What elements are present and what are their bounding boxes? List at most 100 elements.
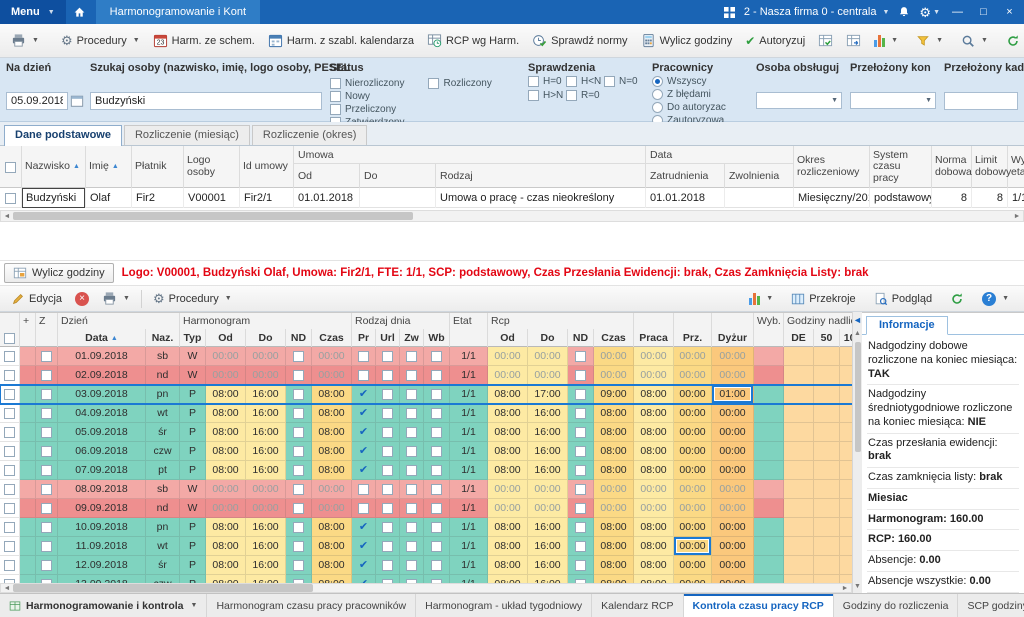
sprawdzenia-option[interactable]: R=0 <box>566 90 604 101</box>
sprawdz-normy-button[interactable]: Sprawdź normy <box>526 30 633 51</box>
cell-praca[interactable]: 08:00 <box>634 556 674 575</box>
checkbox[interactable] <box>293 370 304 381</box>
cell-etat[interactable]: 1/1 <box>450 537 488 556</box>
grid1-col-header[interactable]: Płatnik <box>132 146 184 188</box>
cell-etat[interactable]: 1/1 <box>450 480 488 499</box>
home-button[interactable] <box>66 0 94 24</box>
schedule-row[interactable]: 05.09.2018śrP08:0016:0008:00✔1/108:0016:… <box>0 423 852 442</box>
cell-pr[interactable]: ✔ <box>352 556 376 575</box>
checkbox[interactable] <box>575 370 586 381</box>
grid2-hscrollbar[interactable]: ◄ ► <box>0 583 852 593</box>
tab-dane-podstawowe[interactable]: Dane podstawowe <box>4 125 122 146</box>
cell-pr[interactable]: ✔ <box>352 537 376 556</box>
menu-button[interactable]: Menu ▼ <box>0 0 66 24</box>
checkbox[interactable] <box>4 370 15 381</box>
checkbox[interactable] <box>293 465 304 476</box>
cell-h_do[interactable]: 00:00 <box>246 347 286 366</box>
cell-pr[interactable]: ✔ <box>352 404 376 423</box>
cell-typ[interactable]: P <box>180 423 206 442</box>
cell-r_do[interactable]: 00:00 <box>528 480 568 499</box>
cell-de[interactable] <box>784 404 814 423</box>
pracownicy-option[interactable]: Z błędami <box>652 89 726 100</box>
cell-sel[interactable] <box>0 461 20 480</box>
cell-etat[interactable]: 1/1 <box>450 366 488 385</box>
status-option[interactable]: Przeliczony <box>330 104 404 115</box>
cell-etat[interactable]: 1/1 <box>450 404 488 423</box>
cell-typ[interactable]: P <box>180 537 206 556</box>
cell-wb[interactable] <box>424 442 450 461</box>
cell-sel[interactable] <box>0 442 20 461</box>
bottom-tab[interactable]: Harmonogram - układ tygodniowy <box>416 594 592 617</box>
cell-r_do[interactable]: 16:00 <box>528 461 568 480</box>
osoba-obslugujaca-select[interactable]: ▼ <box>756 92 842 109</box>
cell-plus[interactable] <box>20 404 36 423</box>
cell-r_czas[interactable]: 08:00 <box>594 423 634 442</box>
checkbox[interactable] <box>382 389 393 400</box>
cell-r_od[interactable]: 08:00 <box>488 385 528 404</box>
checkbox[interactable] <box>41 389 52 400</box>
cell-h_do[interactable]: 16:00 <box>246 442 286 461</box>
cell-h_nd[interactable] <box>286 385 312 404</box>
grid1-col-header[interactable]: Zwolnienia <box>725 164 794 188</box>
scrollbar-thumb[interactable] <box>13 584 313 592</box>
cell-r_do[interactable]: 00:00 <box>528 499 568 518</box>
cell-wb[interactable] <box>424 480 450 499</box>
minimize-button[interactable]: — <box>949 6 966 18</box>
edit-button[interactable]: Edycja <box>5 289 68 309</box>
cell-h_nd[interactable] <box>286 404 312 423</box>
grid2-col-header[interactable]: Typ <box>180 329 206 347</box>
grid1-col-header[interactable]: Zatrudnienia <box>646 164 725 188</box>
bell-icon[interactable] <box>898 6 910 18</box>
przelozony-kad-input[interactable] <box>944 92 1018 110</box>
checkbox[interactable] <box>293 351 304 362</box>
cell-z[interactable] <box>36 518 58 537</box>
cell-wyb[interactable] <box>754 404 784 423</box>
schedule-row[interactable]: 03.09.2018pnP08:0016:0008:00✔1/108:0017:… <box>0 385 852 404</box>
grid2-col-header[interactable]: Data▲ <box>58 329 146 347</box>
cell-r_od[interactable]: 00:00 <box>488 480 528 499</box>
cell-praca[interactable]: 08:00 <box>634 537 674 556</box>
cell-dyzur[interactable]: 00:00 <box>712 423 754 442</box>
cell-z[interactable] <box>36 404 58 423</box>
cell-wyb[interactable] <box>754 480 784 499</box>
cell-r_czas[interactable]: 08:00 <box>594 442 634 461</box>
cell-p100[interactable] <box>840 499 852 518</box>
checkbox[interactable] <box>41 351 52 362</box>
checkbox[interactable] <box>4 408 15 419</box>
grid-export-button[interactable] <box>840 30 867 51</box>
checkbox[interactable] <box>4 465 15 476</box>
search-person-input[interactable] <box>90 92 322 110</box>
cell-praca[interactable]: 08:00 <box>634 404 674 423</box>
cell-p50[interactable] <box>814 575 840 583</box>
cell-etat[interactable]: 1/1 <box>450 423 488 442</box>
checkbox[interactable] <box>431 427 442 438</box>
info-panel-tab[interactable]: Informacje <box>866 316 948 335</box>
cell-h_od[interactable]: 08:00 <box>206 537 246 556</box>
cell-h_czas[interactable]: 08:00 <box>312 423 352 442</box>
cell-h_od[interactable]: 00:00 <box>206 480 246 499</box>
cell-h_nd[interactable] <box>286 556 312 575</box>
grid1-row[interactable]: BudzyńskiOlafFir2V00001Fir2/101.01.2018U… <box>0 188 1024 208</box>
cell-h_od[interactable]: 08:00 <box>206 575 246 583</box>
grid2-col-header[interactable]: Prz. <box>674 329 712 347</box>
checkbox[interactable] <box>4 503 15 514</box>
podglad-button[interactable]: Podgląd <box>868 289 938 309</box>
cell-h_czas[interactable]: 08:00 <box>312 537 352 556</box>
scroll-down-icon[interactable]: ▼ <box>854 581 861 593</box>
grid1-cell[interactable]: 8 <box>932 188 972 208</box>
checkbox[interactable] <box>41 408 52 419</box>
cell-typ[interactable]: P <box>180 575 206 583</box>
grid1-cell[interactable]: podstawowy <box>870 188 932 208</box>
checkbox[interactable] <box>406 351 417 362</box>
pracownicy-option[interactable]: Wszyscy <box>652 76 726 87</box>
cell-r_czas[interactable]: 08:00 <box>594 404 634 423</box>
cell-r_czas[interactable]: 00:00 <box>594 366 634 385</box>
cell-url[interactable] <box>376 480 400 499</box>
cell-typ[interactable]: W <box>180 480 206 499</box>
cell-prz[interactable]: 00:00 <box>674 442 712 461</box>
schedule-row[interactable]: 02.09.2018ndW00:0000:0000:001/100:0000:0… <box>0 366 852 385</box>
cell-p50[interactable] <box>814 385 840 404</box>
grid-check-button[interactable] <box>812 30 839 51</box>
cell-r_do[interactable]: 16:00 <box>528 575 568 583</box>
cell-praca[interactable]: 00:00 <box>634 366 674 385</box>
